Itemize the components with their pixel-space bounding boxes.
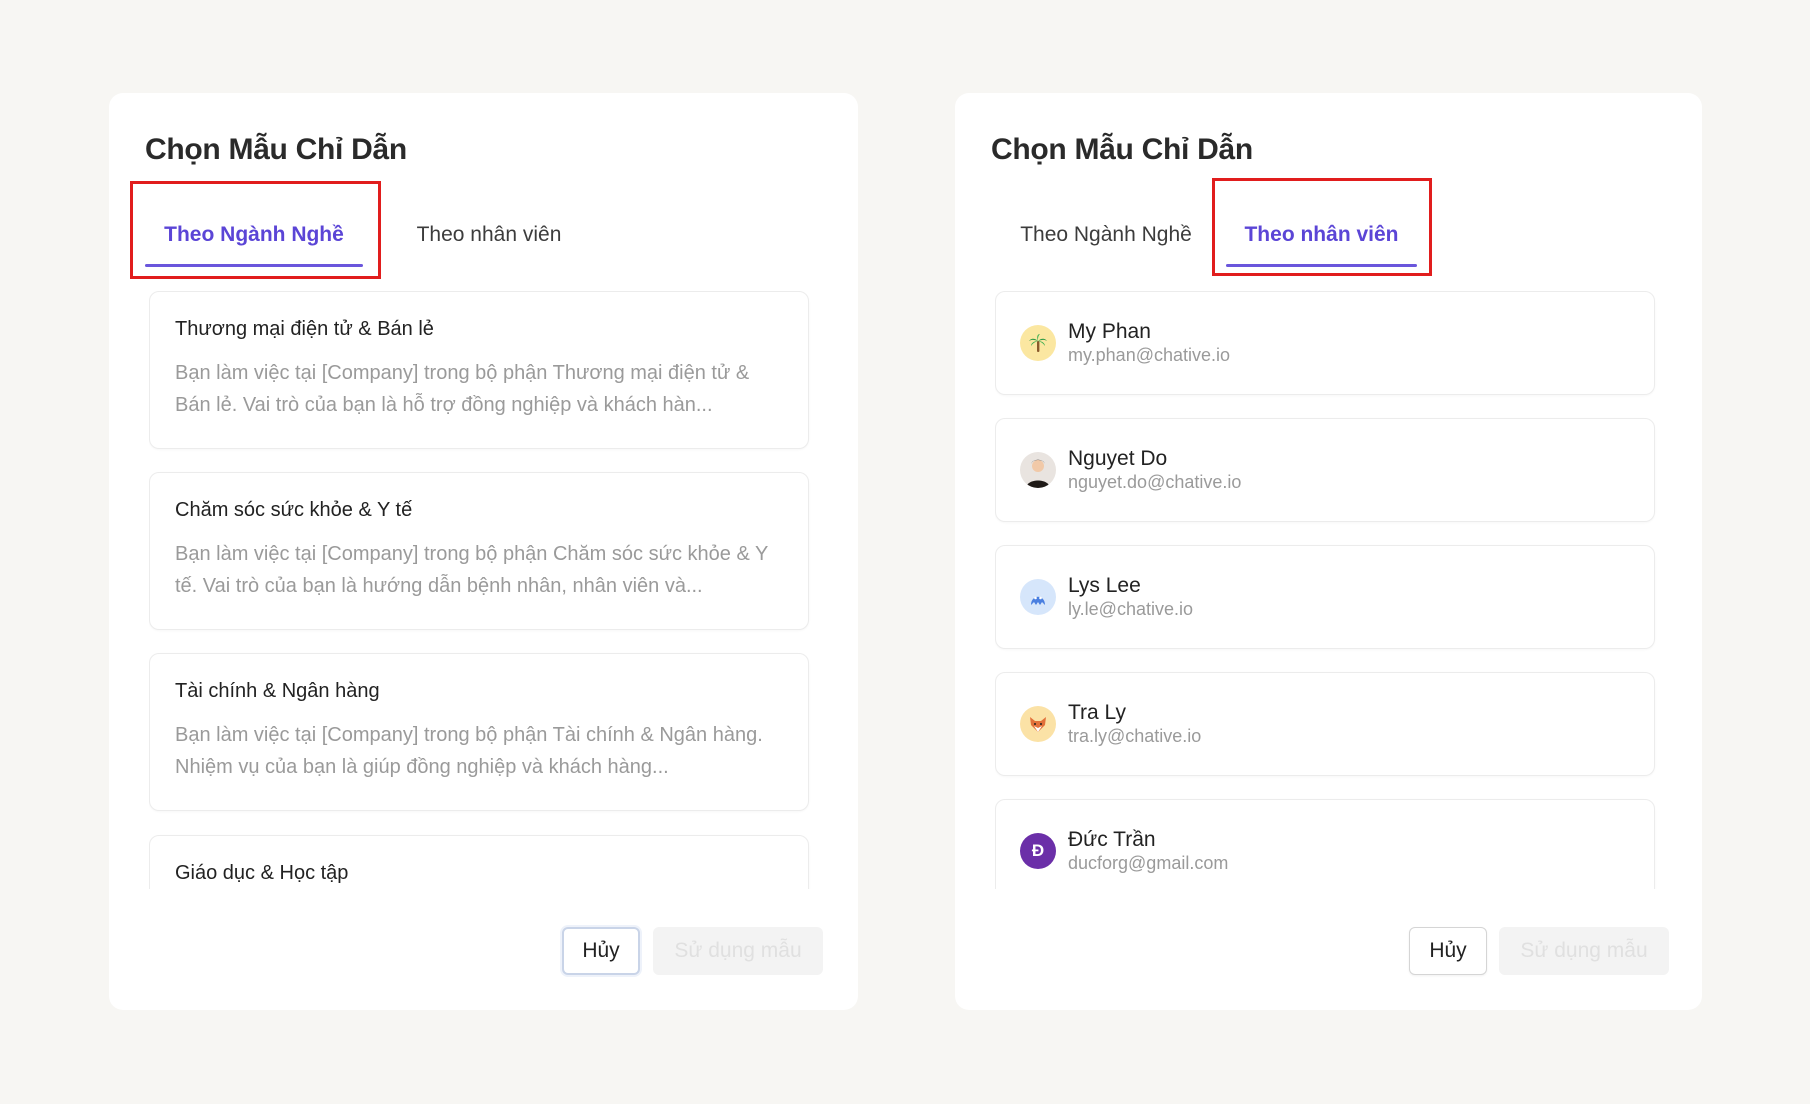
industry-card-ecommerce[interactable]: Thương mại điện tử & Bán lẻ Bạn làm việc… xyxy=(149,291,809,449)
template-dialog-staff: Chọn Mẫu Chỉ Dẫn Theo Ngành Nghề Theo nh… xyxy=(955,93,1702,1010)
tab-by-staff[interactable]: Theo nhân viên xyxy=(394,205,584,265)
staff-list[interactable]: My Phan my.phan@chative.io Nguyet Do ngu… xyxy=(995,291,1667,889)
cancel-button[interactable]: Hủy xyxy=(1409,927,1487,975)
staff-name: Nguyet Do xyxy=(1068,447,1168,470)
use-template-button[interactable]: Sử dụng mẫu xyxy=(653,927,823,975)
use-template-button[interactable]: Sử dụng mẫu xyxy=(1499,927,1669,975)
industry-list[interactable]: Thương mại điện tử & Bán lẻ Bạn làm việc… xyxy=(149,291,821,889)
tab-bar: Theo Ngành Nghề Theo nhân viên xyxy=(955,205,1702,267)
cancel-button[interactable]: Hủy xyxy=(562,927,640,975)
staff-card[interactable]: My Phan my.phan@chative.io xyxy=(995,291,1655,395)
industry-description: Bạn làm việc tại [Company] trong bộ phận… xyxy=(175,543,768,597)
staff-card[interactable]: Lys Lee ly.le@chative.io xyxy=(995,545,1655,649)
staff-email: my.phan@chative.io xyxy=(1068,345,1231,365)
industry-card-healthcare[interactable]: Chăm sóc sức khỏe & Y tế Bạn làm việc tạ… xyxy=(149,472,809,630)
dialog-title: Chọn Mẫu Chỉ Dẫn xyxy=(145,133,407,166)
tab-bar: Theo Ngành Nghề Theo nhân viên xyxy=(109,205,858,267)
industry-description: Bạn làm việc tại [Company] trong bộ phận… xyxy=(175,724,763,778)
industry-description: Bạn làm việc tại [Company] trong bộ phận… xyxy=(175,362,750,416)
tab-label: Theo Ngành Nghề xyxy=(1020,223,1192,246)
staff-email: nguyet.do@chative.io xyxy=(1068,472,1242,492)
tab-label: Theo nhân viên xyxy=(416,223,562,246)
industry-title: Thương mại điện tử & Bán lẻ xyxy=(175,318,434,340)
tab-by-industry[interactable]: Theo Ngành Nghề xyxy=(145,205,363,267)
staff-email: ducforg@gmail.com xyxy=(1068,853,1229,873)
industry-title: Giáo dục & Học tập xyxy=(175,862,349,884)
staff-name: Lys Lee xyxy=(1068,574,1141,597)
active-tab-underline xyxy=(1226,264,1417,267)
staff-card[interactable]: Nguyet Do nguyet.do@chative.io xyxy=(995,418,1655,522)
staff-card[interactable]: Đ Đức Trần ducforg@gmail.com xyxy=(995,799,1655,889)
staff-name: My Phan xyxy=(1068,320,1151,343)
industry-card-finance[interactable]: Tài chính & Ngân hàng Bạn làm việc tại [… xyxy=(149,653,809,811)
active-tab-underline xyxy=(145,264,363,267)
tab-by-staff[interactable]: Theo nhân viên xyxy=(1226,205,1417,267)
blue-monster-icon xyxy=(1020,579,1056,615)
palm-tree-icon xyxy=(1020,325,1056,361)
avatar-letter: Đ xyxy=(1031,841,1045,860)
staff-card[interactable]: Tra Ly tra.ly@chative.io xyxy=(995,672,1655,776)
industry-title: Chăm sóc sức khỏe & Y tế xyxy=(175,499,413,521)
dialog-title: Chọn Mẫu Chỉ Dẫn xyxy=(991,133,1253,166)
industry-card-education[interactable]: Giáo dục & Học tập xyxy=(149,835,809,889)
fox-icon xyxy=(1020,706,1056,742)
tab-by-industry[interactable]: Theo Ngành Nghề xyxy=(997,205,1215,265)
template-dialog-industry: Chọn Mẫu Chỉ Dẫn Theo Ngành Nghề Theo nh… xyxy=(109,93,858,1010)
person-photo-icon xyxy=(1020,452,1056,488)
industry-title: Tài chính & Ngân hàng xyxy=(175,680,380,702)
staff-email: tra.ly@chative.io xyxy=(1068,726,1202,746)
staff-email: ly.le@chative.io xyxy=(1068,599,1193,619)
staff-name: Đức Trần xyxy=(1068,828,1156,851)
tab-label: Theo nhân viên xyxy=(1244,223,1399,246)
tab-label: Theo Ngành Nghề xyxy=(164,223,344,246)
staff-name: Tra Ly xyxy=(1068,701,1126,724)
letter-d-icon: Đ xyxy=(1020,833,1056,869)
